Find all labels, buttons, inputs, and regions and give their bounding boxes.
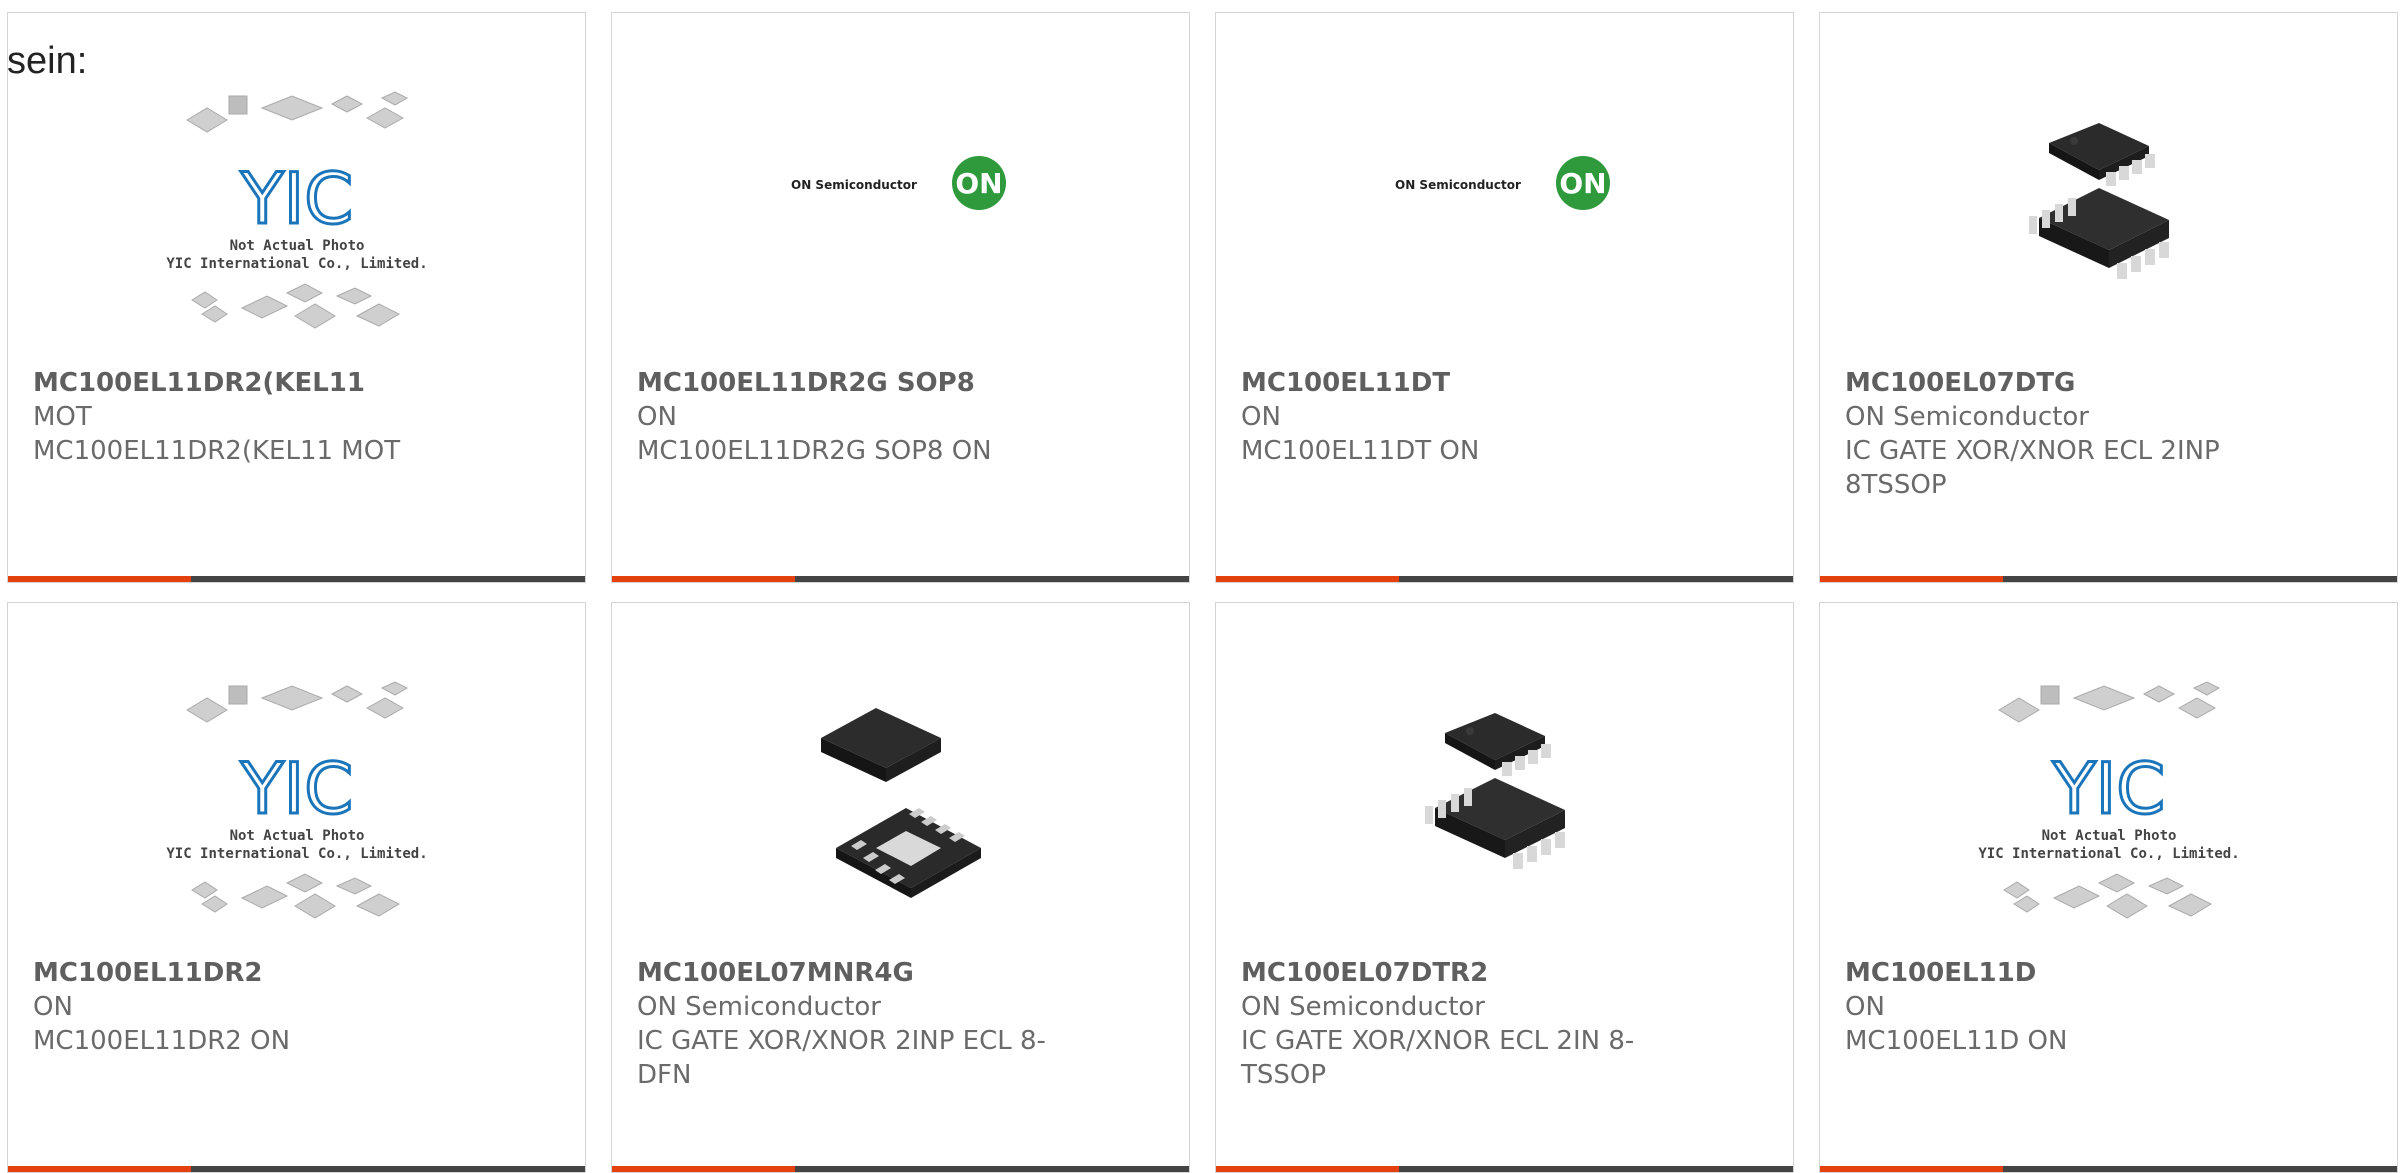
product-image[interactable]: ON Semiconductor ON [612, 123, 1189, 243]
yic-placeholder-image: YIC Not Actual Photo YIC International C… [166, 91, 427, 329]
yic-logo: YIC [239, 158, 352, 240]
product-maker: ON [1845, 992, 1885, 1022]
product-card[interactable]: MC100EL07DTR2 ON Semiconductor IC GATE X… [1215, 602, 1794, 1173]
product-maker: ON Semiconductor [1241, 992, 1485, 1022]
product-image[interactable]: YIC Not Actual Photo YIC International C… [1820, 653, 2397, 953]
product-image[interactable] [1216, 653, 1793, 953]
product-description: MC100EL11DT ON [1241, 436, 1480, 466]
svg-text:YIC International Co., Limited: YIC International Co., Limited. [1978, 846, 2239, 862]
on-semi-logo: ON Semiconductor ON [1395, 156, 1610, 210]
product-card[interactable]: YIC Not Actual Photo YIC International C… [7, 602, 586, 1173]
product-title[interactable]: MC100EL11DR2(KEL11 [33, 366, 493, 400]
product-card[interactable]: YIC Not Actual Photo YIC International C… [7, 12, 586, 583]
card-bottom-bar [1820, 1166, 2397, 1172]
product-title[interactable]: MC100EL07DTG [1845, 366, 2305, 400]
product-card[interactable]: MC100EL07DTG ON Semiconductor IC GATE XO… [1819, 12, 2398, 583]
product-title[interactable]: MC100EL11DR2 [33, 956, 493, 990]
product-card[interactable]: MC100EL07MNR4G ON Semiconductor IC GATE … [611, 602, 1190, 1173]
tssop-chip-photo [1424, 713, 1565, 869]
svg-text:Not Actual Photo: Not Actual Photo [229, 828, 364, 844]
product-maker: MOT [33, 402, 92, 432]
svg-text:YIC International Co., Limited: YIC International Co., Limited. [166, 846, 427, 862]
card-bottom-bar [8, 576, 585, 582]
card-bottom-bar [612, 576, 1189, 582]
product-title[interactable]: MC100EL07MNR4G [637, 956, 1097, 990]
product-maker: ON [33, 992, 73, 1022]
product-title[interactable]: MC100EL11DR2G SOP8 [637, 366, 1097, 400]
product-description: IC GATE XOR/XNOR ECL 2INP 8TSSOP [1845, 436, 2220, 500]
product-description: MC100EL11DR2 ON [33, 1026, 291, 1056]
product-title[interactable]: MC100EL11DT [1241, 366, 1701, 400]
intro-text: sein: [7, 40, 88, 82]
product-grid: YIC Not Actual Photo YIC International C… [0, 0, 2400, 1173]
product-card[interactable]: YIC Not Actual Photo YIC International C… [1819, 602, 2398, 1173]
svg-text:YIC International Co., Limited: YIC International Co., Limited. [166, 256, 427, 272]
dfn-chip-photo [820, 708, 981, 898]
card-bottom-bar [1216, 1166, 1793, 1172]
product-maker: ON Semiconductor [1845, 402, 2089, 432]
product-image[interactable]: YIC Not Actual Photo YIC International C… [8, 653, 585, 953]
product-maker: ON [637, 402, 677, 432]
product-description: MC100EL11DR2G SOP8 ON [637, 436, 992, 466]
yic-logo: YIC [2051, 748, 2164, 830]
product-maker: ON Semiconductor [637, 992, 881, 1022]
card-bottom-bar [612, 1166, 1189, 1172]
card-bottom-bar [8, 1166, 585, 1172]
tssop-chip-photo [2028, 123, 2169, 279]
product-card[interactable]: ON Semiconductor ON MC100EL11DR2G SOP8 O… [611, 12, 1190, 583]
yic-placeholder-image: YIC Not Actual Photo YIC International C… [166, 681, 427, 919]
product-card[interactable]: ON Semiconductor ON MC100EL11DT ON MC100… [1215, 12, 1794, 583]
product-title[interactable]: MC100EL07DTR2 [1241, 956, 1701, 990]
product-image[interactable] [1820, 63, 2397, 363]
on-badge-icon: ON [1559, 167, 1606, 200]
product-description: MC100EL11DR2(KEL11 MOT [33, 436, 401, 466]
product-title[interactable]: MC100EL11D [1845, 956, 2305, 990]
svg-text:ON Semiconductor: ON Semiconductor [1395, 178, 1521, 192]
yic-logo: YIC [239, 748, 352, 830]
product-image[interactable] [612, 653, 1189, 953]
product-maker: ON [1241, 402, 1281, 432]
product-description: IC GATE XOR/XNOR 2INP ECL 8-DFN [637, 1026, 1046, 1090]
product-image[interactable]: ON Semiconductor ON [1216, 123, 1793, 243]
on-badge-icon: ON [955, 167, 1002, 200]
product-description: IC GATE XOR/XNOR ECL 2IN 8-TSSOP [1241, 1026, 1635, 1090]
on-semi-logo: ON Semiconductor ON [791, 156, 1006, 210]
product-description: MC100EL11D ON [1845, 1026, 2068, 1056]
yic-placeholder-image: YIC Not Actual Photo YIC International C… [1978, 681, 2239, 919]
svg-text:Not Actual Photo: Not Actual Photo [229, 238, 364, 254]
card-bottom-bar [1820, 576, 2397, 582]
card-bottom-bar [1216, 576, 1793, 582]
svg-text:Not Actual Photo: Not Actual Photo [2041, 828, 2176, 844]
product-image[interactable]: YIC Not Actual Photo YIC International C… [8, 63, 585, 363]
svg-text:ON Semiconductor: ON Semiconductor [791, 178, 917, 192]
